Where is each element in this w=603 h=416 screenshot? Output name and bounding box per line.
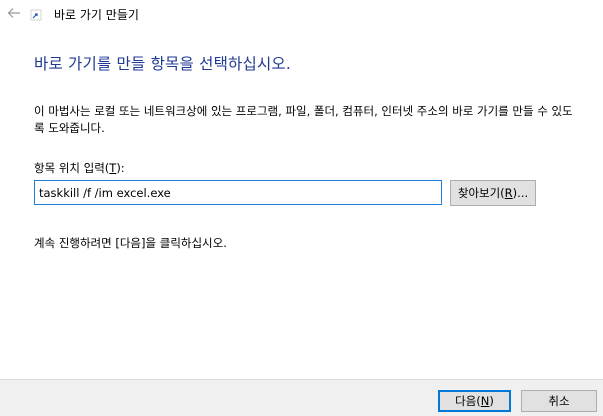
shortcut-icon (30, 9, 42, 21)
wizard-description: 이 마법사는 로컬 또는 네트워크상에 있는 프로그램, 파일, 폴더, 컴퓨터… (34, 104, 573, 135)
location-label: 항목 위치 입력(T): (34, 161, 125, 175)
footer-bar: 다음(N) 취소 (0, 379, 603, 416)
cancel-button[interactable]: 취소 (521, 390, 597, 412)
browse-button[interactable]: 찾아보기(R)... (450, 180, 536, 206)
location-input[interactable] (34, 180, 442, 205)
create-shortcut-wizard: 바로 가기 만들기 바로 가기를 만들 항목을 선택하십시오. 이 마법사는 로… (0, 0, 603, 416)
back-arrow-icon[interactable] (6, 5, 22, 21)
title-bar: 바로 가기 만들기 (0, 0, 603, 30)
next-button[interactable]: 다음(N) (438, 390, 511, 412)
page-title: 바로 가기를 만들 항목을 선택하십시오. (34, 55, 291, 73)
window-title: 바로 가기 만들기 (54, 8, 139, 22)
continue-instruction: 계속 진행하려면 [다음]을 클릭하십시오. (34, 236, 227, 250)
